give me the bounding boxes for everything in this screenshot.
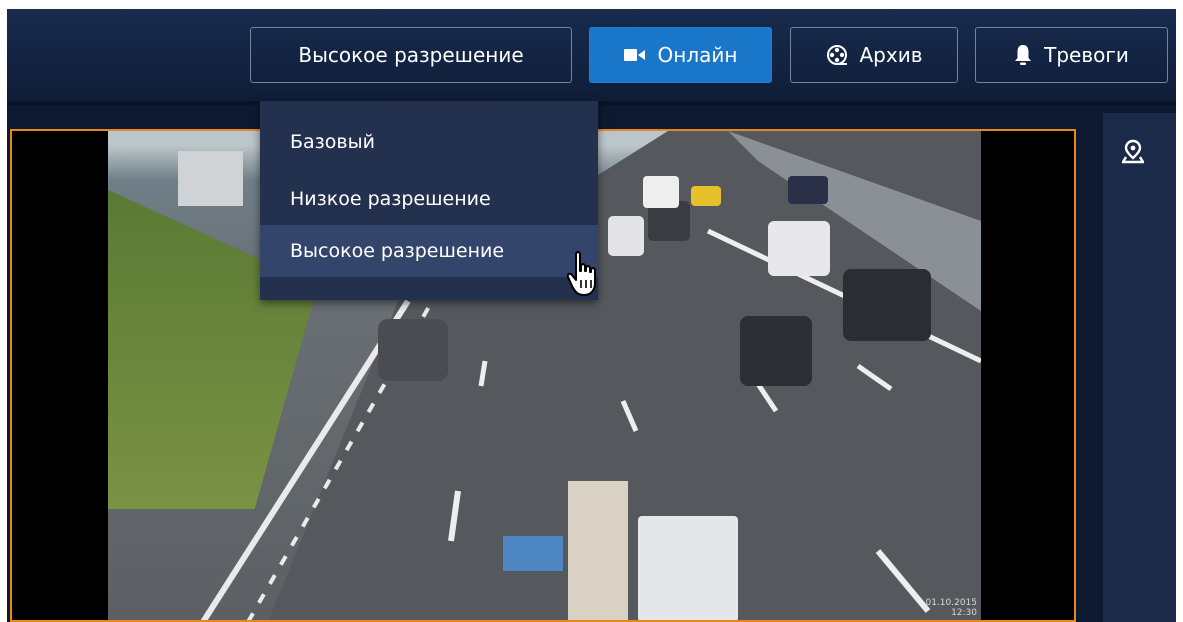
video-timestamp-date: 01.10.2015	[925, 598, 977, 608]
archive-button-label: Архив	[859, 43, 923, 67]
film-reel-icon	[826, 44, 848, 66]
online-button[interactable]: Онлайн	[589, 27, 772, 83]
alarms-button[interactable]: Тревоги	[975, 27, 1168, 83]
menu-item-label: Низкое разрешение	[290, 188, 491, 210]
menu-item-high-resolution[interactable]: Высокое разрешение	[260, 225, 598, 277]
menu-item-label: Базовый	[290, 131, 375, 153]
alarms-button-label: Тревоги	[1044, 43, 1129, 67]
menu-item-label: Высокое разрешение	[290, 240, 505, 262]
top-toolbar: Высокое разрешение Онлайн Архив Тревоги	[7, 9, 1176, 101]
quality-dropdown-label: Высокое разрешение	[298, 43, 524, 67]
right-sidebar	[1103, 113, 1176, 622]
bell-icon	[1014, 44, 1032, 66]
quality-dropdown-button[interactable]: Высокое разрешение	[250, 27, 572, 83]
video-timestamp: 01.10.2015 12:30	[925, 598, 977, 618]
menu-item-low-resolution[interactable]: Низкое разрешение	[260, 173, 598, 225]
hand-pointer-icon	[566, 250, 600, 304]
online-button-label: Онлайн	[657, 43, 738, 67]
map-pin-icon[interactable]	[1120, 139, 1146, 169]
app-window: Высокое разрешение Онлайн Архив Тревоги	[7, 9, 1176, 622]
video-camera-icon	[623, 48, 646, 62]
archive-button[interactable]: Архив	[790, 27, 958, 83]
video-timestamp-time: 12:30	[951, 608, 977, 618]
menu-item-basic[interactable]: Базовый	[260, 116, 598, 168]
quality-dropdown-menu: Базовый Низкое разрешение Высокое разреш…	[260, 101, 598, 300]
